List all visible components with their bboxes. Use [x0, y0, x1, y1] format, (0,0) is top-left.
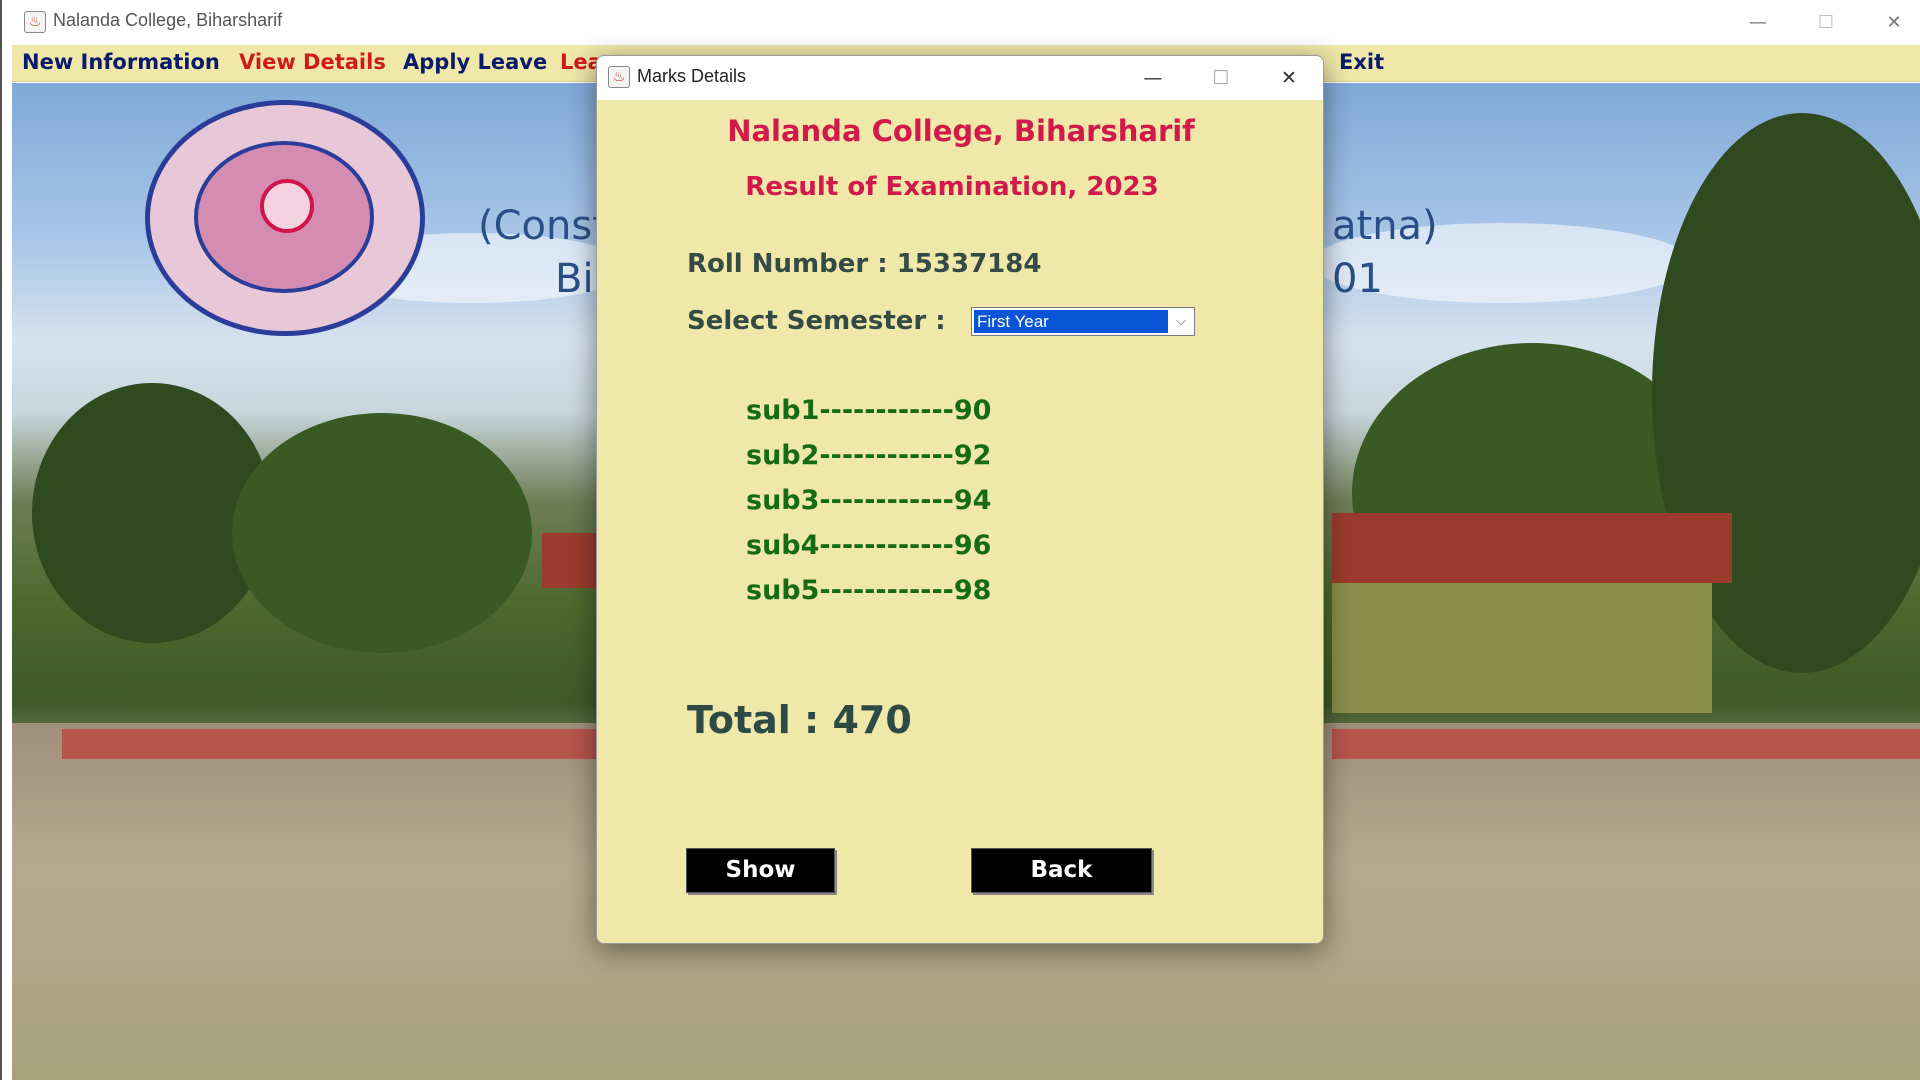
java-app-icon: ♨: [608, 66, 630, 88]
marks-details-dialog: ♨ Marks Details — ☐ ✕ Nalanda College, B…: [596, 55, 1324, 944]
mark-row-sub1: sub1------------90: [746, 395, 992, 426]
roll-number-label: Roll Number :: [687, 249, 897, 279]
background-text-right-line2: 01: [1332, 256, 1383, 302]
java-app-icon: ♨: [24, 11, 46, 33]
mark-row-sub2: sub2------------92: [746, 440, 992, 471]
mark-row-sub3: sub3------------94: [746, 485, 992, 516]
total-value: 470: [832, 698, 912, 742]
menu-apply-leave[interactable]: Apply Leave: [403, 50, 547, 74]
background-text-left-line2: Bi: [555, 256, 594, 302]
total-marks: Total : 470: [687, 698, 912, 742]
chevron-down-icon[interactable]: ⌵: [1168, 308, 1194, 335]
marks-list: sub1------------90 sub2------------92 su…: [746, 395, 991, 620]
background-text-right-line1: atna): [1332, 203, 1438, 249]
roll-number-value: 15337184: [896, 249, 1042, 279]
mark-row-sub4: sub4------------96: [746, 530, 992, 561]
college-name-heading: Nalanda College, Biharsharif: [727, 114, 1195, 148]
semester-dropdown[interactable]: First Year ⌵: [971, 307, 1195, 336]
minimize-button[interactable]: —: [1724, 0, 1792, 45]
dialog-close-button[interactable]: ✕: [1255, 56, 1323, 100]
exam-title-heading: Result of Examination, 2023: [745, 172, 1159, 202]
menu-new-information[interactable]: New Information: [22, 50, 220, 74]
dialog-title: Marks Details: [637, 66, 747, 86]
college-logo: [145, 100, 425, 336]
menu-exit[interactable]: Exit: [1339, 50, 1384, 74]
close-button[interactable]: ✕: [1860, 0, 1920, 45]
dialog-maximize-button[interactable]: ☐: [1187, 56, 1255, 100]
mark-row-sub5: sub5------------98: [746, 575, 992, 606]
back-button[interactable]: Back: [971, 848, 1152, 893]
roll-number: Roll Number : 15337184: [687, 249, 1041, 279]
menu-view-details[interactable]: View Details: [239, 50, 386, 74]
main-titlebar: ♨ Nalanda College, Biharsharif — ☐ ✕: [2, 0, 1920, 45]
show-button[interactable]: Show: [686, 848, 835, 893]
maximize-button[interactable]: ☐: [1792, 0, 1860, 45]
dialog-titlebar: ♨ Marks Details — ☐ ✕: [597, 56, 1323, 100]
semester-label: Select Semester :: [687, 306, 946, 336]
window-title: Nalanda College, Biharsharif: [53, 10, 283, 30]
background-text-left-line1: (Const: [478, 203, 608, 249]
dialog-minimize-button[interactable]: —: [1119, 56, 1187, 100]
semester-selected-value: First Year: [974, 310, 1168, 333]
total-label: Total :: [687, 698, 833, 742]
